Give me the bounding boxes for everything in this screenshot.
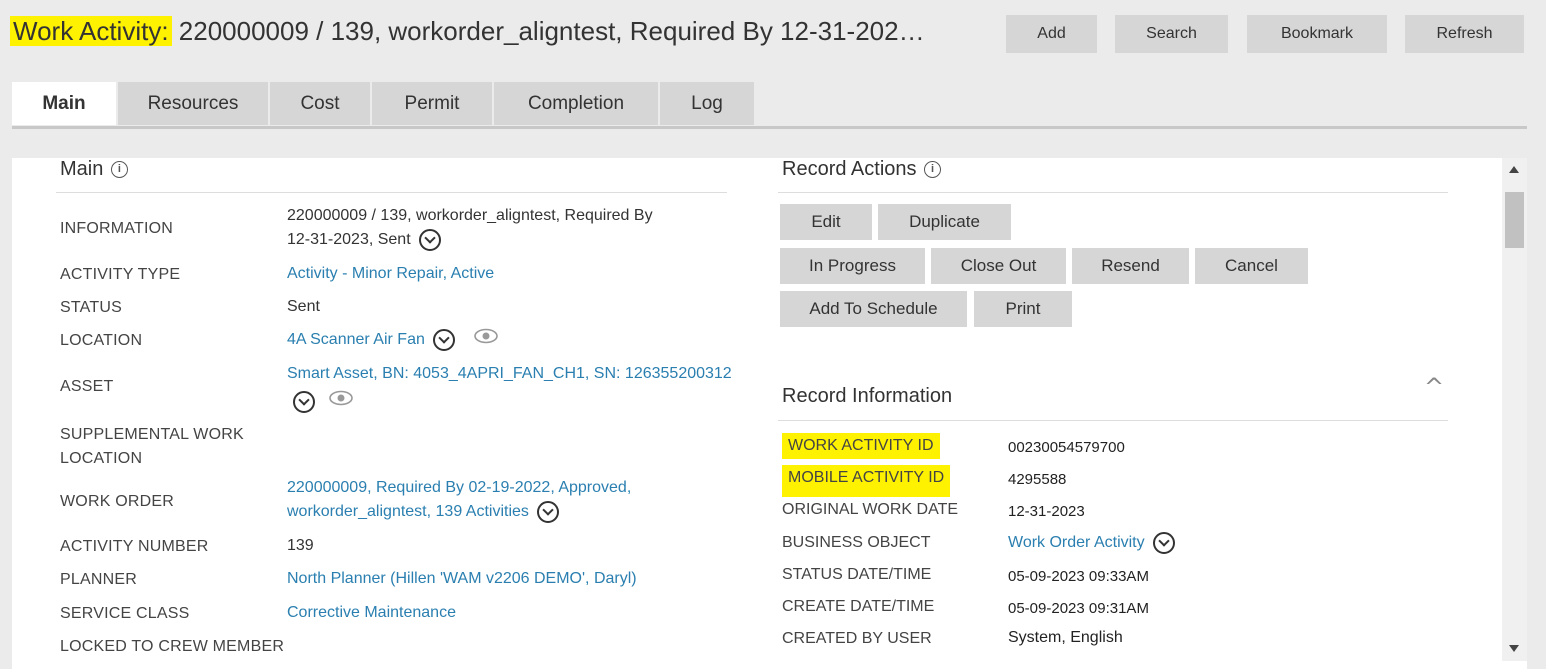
expand-chevron-icon[interactable] bbox=[293, 391, 315, 413]
collapse-caret-icon[interactable]: ^ bbox=[703, 158, 718, 167]
record-actions-title: Record Actions i bbox=[782, 158, 942, 181]
label-activity-number: ACTIVITY NUMBER bbox=[60, 538, 209, 555]
record-information-title: Record Information bbox=[782, 385, 953, 407]
scroll-down-arrow-icon[interactable] bbox=[1509, 645, 1519, 652]
tab-permit[interactable]: Permit bbox=[372, 82, 494, 125]
page-title-prefix: Work Activity: bbox=[10, 16, 172, 46]
refresh-button[interactable]: Refresh bbox=[1405, 15, 1524, 53]
label-status-datetime: STATUS DATE/TIME bbox=[782, 566, 932, 583]
label-work-activity-id: WORK ACTIVITY ID bbox=[782, 433, 940, 459]
link-activity-type[interactable]: Activity - Minor Repair, Active bbox=[287, 262, 494, 286]
link-work-order[interactable]: 220000009, Required By 02-19-2022, Appro… bbox=[287, 476, 631, 500]
link-asset[interactable]: Smart Asset, BN: 4053_4APRI_FAN_CH1, SN:… bbox=[287, 362, 732, 386]
link-business-object[interactable]: Work Order Activity bbox=[1008, 534, 1145, 551]
page-title-text: 220000009 / 139, workorder_aligntest, Re… bbox=[171, 16, 925, 46]
eye-icon[interactable] bbox=[329, 390, 353, 414]
info-icon[interactable]: i bbox=[110, 161, 128, 179]
divider bbox=[778, 420, 1448, 421]
tab-bar: Main Resources Cost Permit Completion Lo… bbox=[12, 82, 1527, 129]
link-work-order-line2[interactable]: workorder_aligntest, 139 Activities bbox=[287, 503, 529, 520]
label-planner: PLANNER bbox=[60, 571, 137, 588]
expand-chevron-icon[interactable] bbox=[433, 329, 456, 351]
scrollbar-thumb[interactable] bbox=[1505, 192, 1524, 248]
value-information: 220000009 / 139, workorder_aligntest, Re… bbox=[287, 204, 653, 252]
label-service-class: SERVICE CLASS bbox=[60, 605, 190, 622]
divider bbox=[778, 192, 1448, 193]
scroll-up-arrow-icon[interactable] bbox=[1509, 166, 1519, 173]
value-location: 4A Scanner Air Fan bbox=[287, 328, 498, 352]
collapse-caret-icon[interactable]: ^ bbox=[1424, 373, 1444, 401]
expand-chevron-icon[interactable] bbox=[537, 500, 560, 523]
value-work-order: 220000009, Required By 02-19-2022, Appro… bbox=[287, 476, 631, 524]
value-create-datetime: 05-09-2023 09:31AM bbox=[1008, 600, 1149, 617]
search-button[interactable]: Search bbox=[1115, 15, 1228, 53]
value-mobile-activity-id: 4295588 bbox=[1008, 471, 1067, 488]
collapse-caret-icon[interactable]: ^ bbox=[1424, 158, 1439, 167]
content-panel: Main i ^ INFORMATION 220000009 / 139, wo… bbox=[12, 158, 1527, 669]
divider bbox=[56, 192, 727, 193]
tab-completion[interactable]: Completion bbox=[494, 82, 660, 125]
label-work-order: WORK ORDER bbox=[60, 493, 174, 510]
print-button[interactable]: Print bbox=[974, 291, 1072, 327]
value-asset: Smart Asset, BN: 4053_4APRI_FAN_CH1, SN:… bbox=[287, 362, 732, 414]
label-created-by-user: CREATED BY USER bbox=[782, 630, 932, 647]
resend-button[interactable]: Resend bbox=[1072, 248, 1189, 284]
link-planner[interactable]: North Planner (Hillen 'WAM v2206 DEMO', … bbox=[287, 567, 637, 591]
value-business-object: Work Order Activity bbox=[1008, 532, 1176, 554]
label-activity-type: ACTIVITY TYPE bbox=[60, 266, 181, 283]
label-asset: ASSET bbox=[60, 378, 114, 395]
tab-log[interactable]: Log bbox=[660, 82, 756, 125]
label-create-datetime: CREATE DATE/TIME bbox=[782, 598, 935, 615]
bookmark-button[interactable]: Bookmark bbox=[1247, 15, 1387, 53]
value-original-work-date: 12-31-2023 bbox=[1008, 503, 1085, 520]
add-to-schedule-button[interactable]: Add To Schedule bbox=[780, 291, 967, 327]
value-activity-number: 139 bbox=[287, 537, 314, 554]
label-status: STATUS bbox=[60, 299, 122, 316]
link-created-by-user[interactable]: System, English bbox=[1008, 629, 1123, 647]
in-progress-button[interactable]: In Progress bbox=[780, 248, 925, 284]
page-title: Work Activity: 220000009 / 139, workorde… bbox=[10, 16, 925, 47]
tab-main[interactable]: Main bbox=[12, 82, 118, 125]
cancel-button[interactable]: Cancel bbox=[1195, 248, 1308, 284]
label-location: LOCATION bbox=[60, 332, 143, 349]
value-status: Sent bbox=[287, 298, 320, 315]
link-service-class[interactable]: Corrective Maintenance bbox=[287, 601, 456, 625]
edit-button[interactable]: Edit bbox=[780, 204, 872, 240]
label-business-object: BUSINESS OBJECT bbox=[782, 534, 931, 551]
tab-resources[interactable]: Resources bbox=[118, 82, 270, 125]
expand-chevron-icon[interactable] bbox=[1153, 532, 1176, 554]
label-information: INFORMATION bbox=[60, 220, 174, 237]
label-locked-to-crew-member: LOCKED TO CREW MEMBER bbox=[60, 638, 285, 655]
tab-cost[interactable]: Cost bbox=[270, 82, 372, 125]
scrollbar[interactable] bbox=[1502, 158, 1527, 661]
label-supplemental-work-location: SUPPLEMENTAL WORK LOCATION bbox=[60, 426, 244, 467]
value-work-activity-id: 00230054579700 bbox=[1008, 439, 1125, 456]
eye-icon[interactable] bbox=[473, 328, 498, 352]
duplicate-button[interactable]: Duplicate bbox=[878, 204, 1011, 240]
main-section-title: Main i bbox=[60, 158, 128, 181]
value-status-datetime: 05-09-2023 09:33AM bbox=[1008, 568, 1149, 585]
add-button[interactable]: Add bbox=[1006, 15, 1097, 53]
info-icon[interactable]: i bbox=[924, 161, 942, 179]
label-original-work-date: ORIGINAL WORK DATE bbox=[782, 501, 959, 518]
link-location[interactable]: 4A Scanner Air Fan bbox=[287, 331, 425, 348]
close-out-button[interactable]: Close Out bbox=[931, 248, 1066, 284]
expand-chevron-icon[interactable] bbox=[419, 228, 442, 251]
label-mobile-activity-id: MOBILE ACTIVITY ID bbox=[782, 465, 951, 497]
